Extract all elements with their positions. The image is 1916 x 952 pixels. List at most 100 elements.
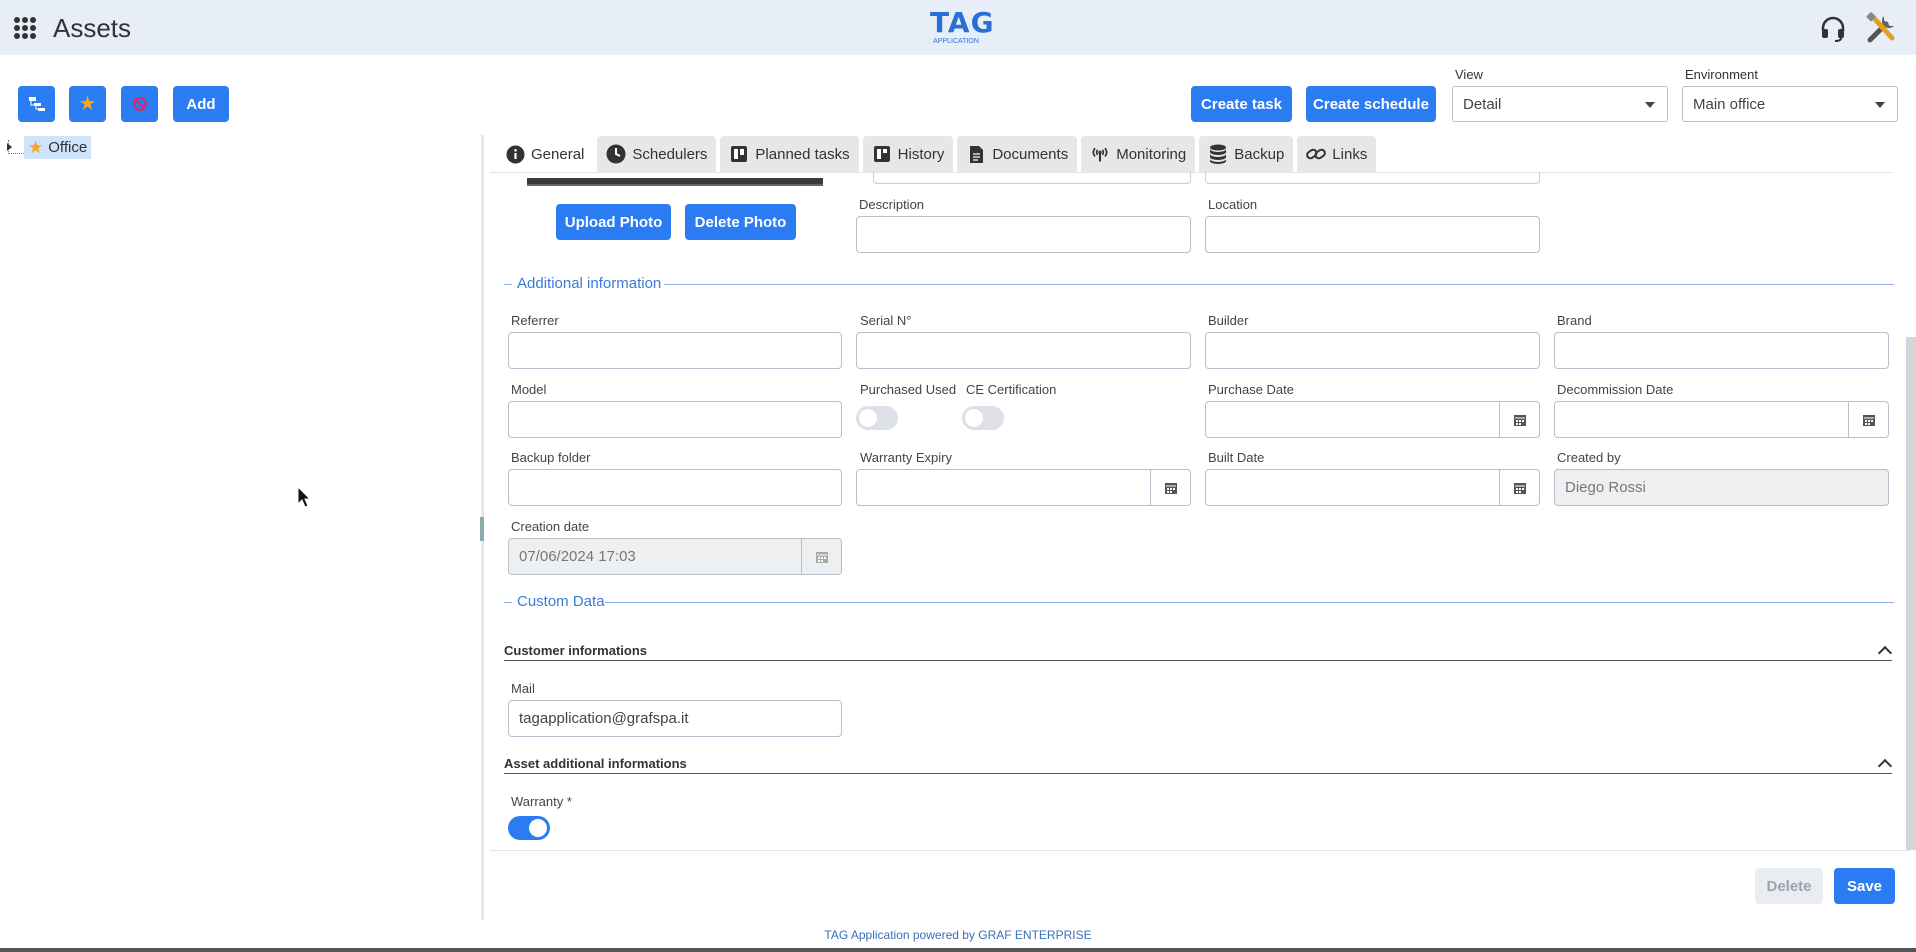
hierarchy-icon <box>28 97 45 111</box>
footer-divider <box>490 850 1910 851</box>
warranty-toggle[interactable] <box>508 816 550 840</box>
mail-input[interactable]: tagapplication@grafspa.it <box>508 700 842 737</box>
tab-backup[interactable]: Backup <box>1199 136 1294 172</box>
headset-icon[interactable] <box>1818 14 1848 44</box>
group-divider <box>504 773 1892 774</box>
decommission-date-input[interactable] <box>1554 401 1889 438</box>
star-icon: ★ <box>28 137 44 157</box>
delete-photo-button[interactable]: Delete Photo <box>685 204 796 240</box>
chevron-down-icon <box>1875 102 1885 108</box>
serial-label: Serial N° <box>860 313 912 328</box>
create-schedule-button[interactable]: Create schedule <box>1306 86 1436 122</box>
toggle-knob <box>859 409 877 427</box>
view-label: View <box>1455 67 1483 82</box>
create-task-button[interactable]: Create task <box>1191 86 1292 122</box>
favorites-button[interactable]: ★ <box>69 86 106 122</box>
add-button[interactable]: Add <box>173 86 229 122</box>
ce-certification-toggle[interactable] <box>962 406 1004 430</box>
powered-by-text: TAG Application powered by GRAF ENTERPRI… <box>824 928 1092 942</box>
board-icon <box>729 144 749 164</box>
calendar-icon[interactable] <box>1150 470 1190 505</box>
tab-label: Backup <box>1234 145 1285 163</box>
top-header: Assets TAG APPLICATION <box>0 0 1916 55</box>
tab-general[interactable]: General <box>496 136 594 172</box>
calendar-icon[interactable] <box>1499 470 1539 505</box>
tab-planned-tasks[interactable]: Planned tasks <box>720 136 859 172</box>
warranty-label: Warranty * <box>511 794 572 809</box>
ban-icon <box>132 97 147 111</box>
view-select[interactable]: Detail <box>1452 86 1668 122</box>
splitter-handle[interactable] <box>480 517 484 541</box>
description-input[interactable] <box>856 216 1191 253</box>
toggle-knob <box>529 819 547 837</box>
group-title-customer[interactable]: Customer informations <box>504 643 647 658</box>
tab-history[interactable]: History <box>862 136 954 172</box>
upload-photo-button[interactable]: Upload Photo <box>556 204 671 240</box>
tree-node-label: Office <box>48 139 88 156</box>
tree-node-office[interactable]: ★ Office <box>24 136 92 159</box>
toggle-knob <box>965 409 983 427</box>
environment-select-value: Main office <box>1693 95 1766 113</box>
environment-select[interactable]: Main office <box>1682 86 1898 122</box>
delete-button[interactable]: Delete <box>1755 868 1823 904</box>
asset-photo <box>527 178 823 186</box>
purchased-used-toggle[interactable] <box>856 406 898 430</box>
model-input[interactable] <box>508 401 842 438</box>
location-label: Location <box>1208 197 1258 212</box>
creation-date-value: 07/06/2024 17:03 <box>519 548 636 565</box>
brand-input[interactable] <box>1554 332 1889 369</box>
warranty-expiry-input[interactable] <box>856 469 1191 506</box>
partial-field[interactable] <box>1205 172 1540 184</box>
chevron-up-icon[interactable] <box>1877 758 1893 774</box>
tab-divider <box>490 172 1892 173</box>
apps-grid-icon[interactable] <box>14 17 36 39</box>
calendar-icon[interactable] <box>1499 402 1539 437</box>
book-icon <box>872 144 892 164</box>
tab-monitoring[interactable]: Monitoring <box>1081 136 1196 172</box>
group-divider <box>504 660 1892 661</box>
vertical-scrollbar[interactable] <box>1906 337 1916 850</box>
section-title-additional[interactable]: Additional information <box>517 275 661 292</box>
tab-schedulers[interactable]: Schedulers <box>597 136 717 172</box>
decommission-date-label: Decommission Date <box>1557 382 1674 397</box>
purchase-date-label: Purchase Date <box>1208 382 1294 397</box>
backup-folder-input[interactable] <box>508 469 842 506</box>
info-icon <box>505 144 525 164</box>
view-select-value: Detail <box>1463 95 1502 113</box>
tree-expand-icon[interactable] <box>7 143 12 151</box>
partial-field[interactable] <box>873 172 1191 184</box>
tab-documents[interactable]: Documents <box>957 136 1078 172</box>
star-icon: ★ <box>79 94 96 113</box>
tree-view-button[interactable] <box>18 86 55 122</box>
location-input[interactable] <box>1205 216 1540 253</box>
antenna-icon <box>1090 144 1110 164</box>
serial-input[interactable] <box>856 332 1191 369</box>
clock-icon <box>606 144 626 164</box>
referrer-label: Referrer <box>511 313 559 328</box>
link-icon <box>1306 144 1327 164</box>
builder-input[interactable] <box>1205 332 1540 369</box>
environment-label: Environment <box>1685 67 1758 82</box>
creation-date-label: Creation date <box>511 519 590 534</box>
purchase-date-input[interactable] <box>1205 401 1540 438</box>
built-date-input[interactable] <box>1205 469 1540 506</box>
built-date-label: Built Date <box>1208 450 1265 465</box>
group-title-asset[interactable]: Asset additional informations <box>504 756 687 771</box>
tab-label: Monitoring <box>1116 145 1187 163</box>
model-label: Model <box>511 382 547 397</box>
section-title-custom-data[interactable]: Custom Data <box>517 593 605 610</box>
referrer-input[interactable] <box>508 332 842 369</box>
tab-label: General <box>531 145 585 163</box>
logo-subtext: APPLICATION <box>933 38 979 45</box>
builder-label: Builder <box>1208 313 1249 328</box>
mail-label: Mail <box>511 681 535 696</box>
chevron-up-icon[interactable] <box>1877 645 1893 661</box>
tag-logo: TAG APPLICATION <box>930 8 994 48</box>
tab-label: History <box>897 145 945 163</box>
disabled-filter-button[interactable] <box>121 86 158 122</box>
tools-icon[interactable] <box>1864 10 1900 46</box>
tab-links[interactable]: Links <box>1297 136 1377 172</box>
save-button[interactable]: Save <box>1834 868 1895 904</box>
calendar-icon[interactable] <box>1848 402 1888 437</box>
page-title: Assets <box>53 13 132 43</box>
